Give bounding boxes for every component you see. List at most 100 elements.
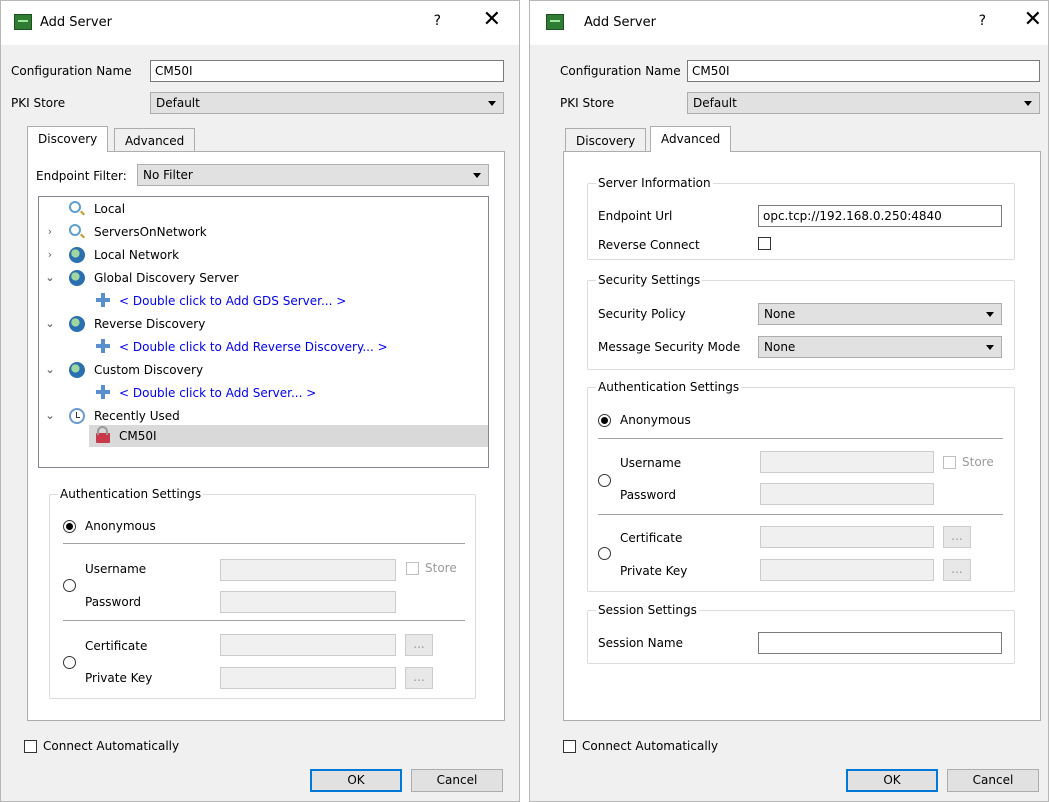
cancel-button[interactable]: Cancel [411, 769, 503, 792]
certificate-radio[interactable] [63, 656, 76, 669]
chevron-down-icon [473, 173, 481, 178]
chevron-down-icon[interactable]: ⌄ [44, 359, 56, 381]
tab-advanced[interactable]: Advanced [650, 126, 732, 152]
tree-item-label: CM50I [119, 429, 157, 443]
tree-item-cm50i[interactable]: CM50I [89, 425, 488, 447]
tree-item-add-gds-server[interactable]: < Double click to Add GDS Server... > [39, 290, 488, 312]
certificate-label: Certificate [620, 531, 683, 545]
help-button[interactable]: ? [979, 13, 986, 29]
tree-item-add-reverse-discovery[interactable]: < Double click to Add Reverse Discovery.… [39, 336, 488, 358]
username-input[interactable] [760, 451, 934, 473]
private-key-browse-button[interactable]: ... [943, 559, 971, 581]
search-icon [69, 201, 81, 213]
app-icon [14, 14, 32, 30]
add-server-dialog-discovery: Add Server ? ✕ Configuration Name CM50I … [0, 0, 520, 802]
tree-item-global-discovery-server[interactable]: ⌄ Global Discovery Server [39, 267, 488, 289]
tree-item-label: Custom Discovery [94, 363, 204, 377]
store-checkbox[interactable] [406, 562, 419, 575]
private-key-input[interactable] [760, 559, 934, 581]
plus-icon [96, 339, 110, 353]
tree-item-label: < Double click to Add GDS Server... > [119, 294, 347, 308]
tab-advanced[interactable]: Advanced [114, 128, 196, 152]
private-key-input[interactable] [220, 667, 396, 689]
endpoint-filter-label: Endpoint Filter: [36, 169, 127, 183]
chevron-down-icon [986, 312, 994, 317]
tree-item-reverse-discovery[interactable]: ⌄ Reverse Discovery [39, 313, 488, 335]
username-input[interactable] [220, 559, 396, 581]
private-key-label: Private Key [85, 671, 153, 685]
ok-button[interactable]: OK [310, 769, 402, 792]
tree-item-recently-used[interactable]: ⌄ Recently Used [39, 405, 488, 427]
authentication-settings-group: Authentication Settings Anonymous Userna… [587, 380, 1015, 592]
session-name-input[interactable] [758, 632, 1002, 654]
tree-item-add-server[interactable]: < Double click to Add Server... > [39, 382, 488, 404]
tree-item-local-network[interactable]: › Local Network [39, 244, 488, 266]
username-label: Username [85, 562, 147, 576]
session-name-label: Session Name [598, 636, 684, 650]
ok-button[interactable]: OK [846, 769, 938, 792]
tree-item-label: Reverse Discovery [94, 317, 206, 331]
password-input[interactable] [220, 591, 396, 613]
connect-automatically-checkbox[interactable] [563, 740, 576, 753]
reverse-connect-label: Reverse Connect [598, 238, 700, 252]
config-name-input[interactable]: CM50I [687, 60, 1040, 82]
plus-icon [96, 293, 110, 307]
tree-item-servers-on-network[interactable]: › ServersOnNetwork [39, 221, 488, 243]
message-security-mode-value: None [764, 340, 796, 354]
endpoint-url-input[interactable]: opc.tcp://192.168.0.250:4840 [758, 205, 1002, 227]
certificate-radio[interactable] [598, 547, 611, 560]
app-icon [546, 14, 564, 30]
anonymous-radio[interactable] [598, 414, 611, 427]
tab-discovery[interactable]: Discovery [27, 126, 109, 152]
certificate-browse-button[interactable]: ... [943, 526, 971, 548]
password-input[interactable] [760, 483, 934, 505]
connect-automatically-label: Connect Automatically [43, 739, 180, 753]
chevron-right-icon[interactable]: › [44, 244, 56, 266]
tree-item-label: Local Network [94, 248, 180, 262]
tab-discovery[interactable]: Discovery [565, 128, 647, 152]
chevron-right-icon[interactable]: › [44, 221, 56, 243]
globe-icon [69, 270, 85, 286]
username-radio[interactable] [598, 474, 611, 487]
cancel-button[interactable]: Cancel [947, 769, 1039, 792]
username-label: Username [620, 456, 682, 470]
discovery-tree[interactable]: Local › ServersOnNetwork › Local Network… [38, 196, 489, 468]
pki-store-label: PKI Store [560, 96, 615, 110]
pki-store-select[interactable]: Default [150, 92, 504, 114]
close-button[interactable]: ✕ [483, 9, 501, 31]
tree-item-label: Local [94, 202, 126, 216]
store-checkbox[interactable] [943, 456, 956, 469]
certificate-input[interactable] [760, 526, 934, 548]
message-security-mode-select[interactable]: None [758, 336, 1002, 358]
password-label: Password [85, 595, 142, 609]
tree-item-custom-discovery[interactable]: ⌄ Custom Discovery [39, 359, 488, 381]
discovery-tab-pane: Endpoint Filter: No Filter Local › Serve… [27, 151, 505, 721]
chevron-down-icon [986, 345, 994, 350]
tree-item-local[interactable]: Local [39, 198, 488, 220]
search-icon [69, 224, 81, 236]
clock-icon [69, 408, 85, 424]
help-button[interactable]: ? [434, 13, 441, 29]
pki-store-select[interactable]: Default [687, 92, 1040, 114]
chevron-down-icon[interactable]: ⌄ [44, 405, 56, 427]
close-button[interactable]: ✕ [1024, 9, 1042, 31]
endpoint-filter-select[interactable]: No Filter [137, 164, 489, 186]
anonymous-label: Anonymous [620, 413, 691, 427]
store-label: Store [425, 561, 457, 575]
globe-icon [69, 316, 85, 332]
security-policy-select[interactable]: None [758, 303, 1002, 325]
lock-icon [96, 426, 110, 443]
config-name-label: Configuration Name [11, 64, 132, 78]
pki-store-value: Default [693, 96, 737, 110]
chevron-down-icon[interactable]: ⌄ [44, 313, 56, 335]
certificate-input[interactable] [220, 634, 396, 656]
reverse-connect-checkbox[interactable] [758, 237, 771, 250]
chevron-down-icon[interactable]: ⌄ [44, 267, 56, 289]
username-radio[interactable] [63, 579, 76, 592]
config-name-input[interactable]: CM50I [150, 60, 504, 82]
private-key-browse-button[interactable]: ... [405, 667, 433, 689]
anonymous-radio[interactable] [63, 520, 76, 533]
title-bar: Add Server ? ✕ [530, 1, 1048, 45]
connect-automatically-checkbox[interactable] [24, 740, 37, 753]
certificate-browse-button[interactable]: ... [405, 634, 433, 656]
